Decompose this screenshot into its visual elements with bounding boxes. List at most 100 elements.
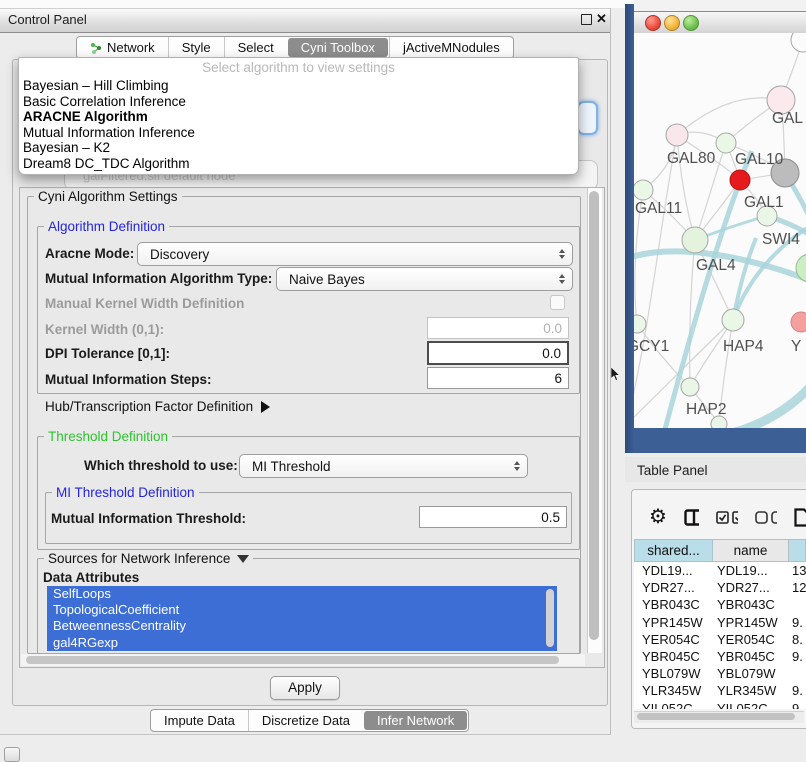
mi-threshold-label: Mutual Information Threshold: [51, 511, 246, 526]
algorithm-option[interactable]: Bayesian – Hill Climbing [19, 78, 578, 94]
manual-kernel-label: Manual Kernel Width Definition [45, 296, 244, 311]
algorithm-option[interactable]: Mutual Information Inference [19, 125, 578, 141]
close-icon[interactable]: ✕ [596, 11, 607, 27]
gear-icon[interactable]: ⚙ [649, 507, 667, 527]
tab-infer-network[interactable]: Infer Network [364, 711, 467, 730]
table-cell: 9. [789, 649, 806, 664]
column-header[interactable]: name [713, 539, 789, 562]
table-cell: YBL079W [713, 666, 789, 681]
table-row[interactable]: YPR145WYPR145W9. [634, 614, 806, 631]
close-traffic-light-icon[interactable] [645, 15, 661, 31]
table-row[interactable]: YBL079WYBL079W [634, 665, 806, 682]
network-node-gcy1[interactable] [634, 315, 646, 333]
tab-style[interactable]: Style [168, 37, 224, 58]
tab-jactivemnodules[interactable]: jActiveMNodules [389, 37, 513, 58]
table-row[interactable]: YER054CYER054C8. [634, 631, 806, 648]
expanded-arrow-icon [237, 555, 249, 563]
mouse-cursor [611, 367, 622, 382]
tab-cyni-toolbox[interactable]: Cyni Toolbox [288, 38, 388, 57]
attribute-item-selected[interactable]: gal4RGexp [47, 635, 557, 651]
aracne-mode-label: Aracne Mode: [45, 246, 134, 261]
column-header[interactable]: shared... [634, 539, 713, 562]
algorithm-option[interactable]: Dream8 DC_TDC Algorithm [19, 156, 578, 172]
aracne-mode-combo[interactable]: Discovery [137, 242, 573, 266]
attribute-item-selected[interactable]: SelfLoops [47, 586, 557, 602]
tab-label: Select [238, 40, 274, 55]
network-window-gap [634, 0, 806, 11]
table-row[interactable]: YLR345WYLR345W9. [634, 682, 806, 699]
cyni-settings-group-title: Cyni Algorithm Settings [34, 189, 182, 204]
network-edge [690, 240, 695, 387]
node-label: HAP2 [686, 401, 727, 418]
mi-type-combo[interactable]: Naive Bayes [276, 267, 573, 291]
stepper-arrows-icon [514, 461, 520, 471]
table-row[interactable]: YDR27...YDR27...12 [634, 579, 806, 596]
kernel-width-label: Kernel Width (0,1): [45, 322, 164, 337]
algorithm-option[interactable]: Basic Correlation Inference [19, 94, 578, 110]
manual-kernel-checkbox[interactable] [550, 295, 565, 310]
network-node-gal4[interactable] [682, 227, 708, 253]
node-label: Y [791, 338, 801, 355]
tab-select[interactable]: Select [224, 37, 287, 58]
list-scrollbar-thumb[interactable] [546, 589, 554, 647]
tab-label: Style [182, 40, 211, 55]
network-canvas[interactable]: GALGAL80GAL10GAL1GAL11SWI4GAL4GCY1HAP4YH… [634, 33, 806, 428]
network-node[interactable] [791, 33, 806, 52]
table-row[interactable]: YDL19...YDL19...13 [634, 562, 806, 579]
kernel-width-input[interactable]: 0.0 [427, 317, 569, 339]
vertical-scrollbar-thumb[interactable] [589, 191, 599, 640]
network-node-hap2[interactable] [681, 378, 699, 396]
which-threshold-combo[interactable]: MI Threshold [239, 454, 528, 478]
tab-impute-data[interactable]: Impute Data [151, 710, 248, 731]
table-cell: YLR345W [634, 683, 713, 698]
network-node-gal11[interactable] [634, 180, 653, 200]
network-node-gal10[interactable] [716, 133, 736, 153]
document-icon[interactable] [794, 508, 806, 527]
network-node-y[interactable] [791, 312, 806, 332]
hub-definition-expander[interactable]: Hub/Transcription Factor Definition [45, 399, 270, 414]
mi-threshold-value: 0.5 [541, 510, 560, 525]
apply-button[interactable]: Apply [270, 676, 340, 700]
unchecked-boxes-icon[interactable] [755, 511, 777, 524]
focused-combo-edge [577, 101, 598, 135]
data-attributes-label: Data Attributes [43, 570, 139, 585]
sources-group-title[interactable]: Sources for Network Inference [44, 551, 253, 566]
tab-network[interactable]: Network [77, 37, 168, 58]
network-node-gal80[interactable] [666, 124, 688, 146]
algorithm-option[interactable]: Bayesian – K2 [19, 140, 578, 156]
table-row[interactable]: YBR045CYBR045C9. [634, 648, 806, 665]
float-window-icon[interactable] [581, 14, 592, 25]
algorithm-option[interactable]: ARACNE Algorithm [19, 109, 578, 125]
mi-type-label: Mutual Information Algorithm Type: [45, 271, 272, 286]
mini-window-icon[interactable] [4, 747, 20, 762]
network-edge [677, 98, 781, 135]
zoom-traffic-light-icon[interactable] [683, 15, 699, 31]
attribute-item-selected[interactable]: BetweennessCentrality [47, 618, 557, 634]
node-label: GAL1 [744, 194, 784, 211]
tab-label: Cyni Toolbox [301, 40, 375, 55]
table-cell: 9. [789, 615, 806, 630]
node-table[interactable]: shared...name YDL19...YDL19...13YDR27...… [634, 539, 806, 709]
horizontal-scrollbar-thumb[interactable] [26, 656, 559, 664]
network-edge-highlighted [732, 385, 806, 428]
minimize-traffic-light-icon[interactable] [664, 15, 680, 31]
table-cell: YDL19... [713, 563, 789, 578]
table-cell: YDR27... [713, 580, 789, 595]
mi-threshold-input[interactable]: 0.5 [419, 506, 567, 528]
network-node-hap4[interactable] [722, 309, 744, 331]
mi-steps-input[interactable]: 6 [427, 367, 569, 389]
aracne-mode-value: Discovery [150, 247, 209, 262]
table-panel-title: Table Panel [637, 463, 708, 478]
data-attributes-list[interactable]: SelfLoopsTopologicalCoefficientBetweenne… [47, 586, 557, 651]
tab-discretize-data[interactable]: Discretize Data [248, 710, 363, 731]
table-row[interactable]: YIL052CYIL052C9 [634, 700, 806, 710]
column-header[interactable] [789, 539, 806, 562]
table-row[interactable]: YBR043CYBR043C [634, 596, 806, 613]
attribute-item-selected[interactable]: TopologicalCoefficient [47, 602, 557, 618]
checked-boxes-icon[interactable] [716, 511, 738, 524]
network-node-gal1[interactable] [730, 170, 750, 190]
table-cell: YLR345W [713, 683, 789, 698]
table-horizontal-scrollbar-thumb[interactable] [637, 713, 795, 720]
split-columns-icon[interactable] [684, 509, 699, 526]
dpi-tolerance-input[interactable]: 0.0 [427, 341, 569, 365]
